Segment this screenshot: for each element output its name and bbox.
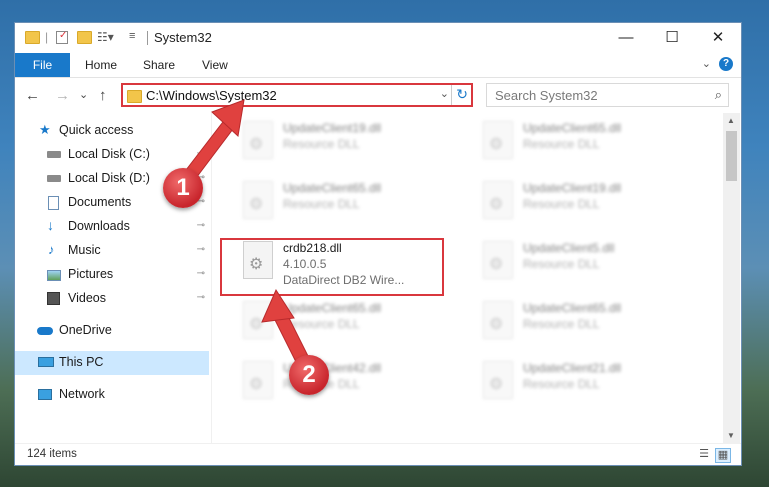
annotation-arrows [185, 99, 309, 363]
arrow-2-head [261, 288, 295, 323]
step-1-badge: 1 [163, 168, 203, 208]
step-2-badge: 2 [289, 355, 329, 395]
